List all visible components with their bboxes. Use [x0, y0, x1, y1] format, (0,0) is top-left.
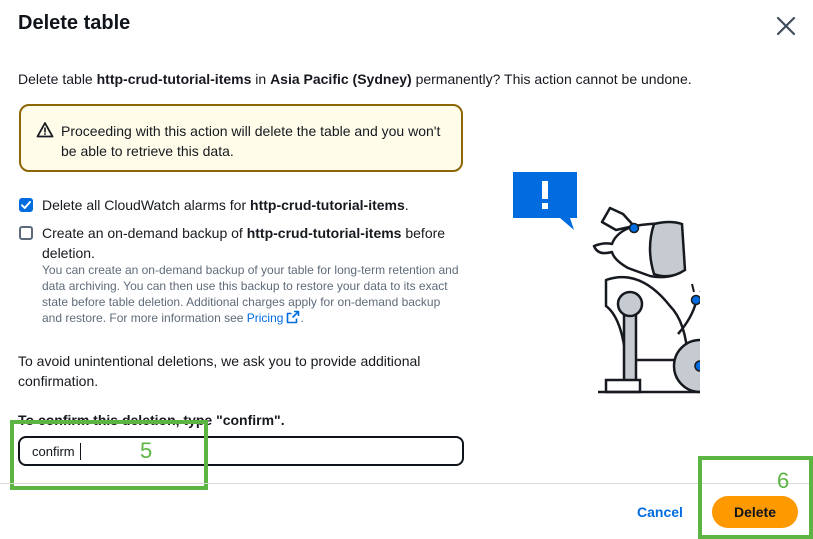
warning-alert: Proceeding with this action will delete … [19, 104, 463, 172]
delete-alarms-checkbox[interactable] [19, 198, 33, 212]
annotation-box-5 [10, 420, 208, 490]
delete-button[interactable]: Delete [712, 496, 798, 528]
region-name: Asia Pacific (Sydney) [270, 71, 412, 87]
annotation-number-5: 5 [140, 438, 153, 463]
annotation-number-6: 6 [777, 468, 790, 493]
footer-divider [0, 483, 813, 484]
warning-text: Proceeding with this action will delete … [61, 123, 441, 159]
external-link-icon[interactable] [286, 310, 300, 324]
table-name: http-crud-tutorial-items [96, 71, 252, 87]
delete-alarms-label[interactable]: Delete all CloudWatch alarms for http-cr… [42, 195, 409, 215]
confirmation-info: To avoid unintentional deletions, we ask… [18, 353, 421, 389]
robot-dog-illustration [513, 172, 700, 394]
close-icon[interactable] [774, 14, 798, 38]
checkmark-icon [21, 201, 31, 209]
create-backup-checkbox[interactable] [19, 226, 33, 240]
dialog-title: Delete table [18, 12, 131, 34]
warning-icon [36, 122, 54, 138]
delete-description: Delete table http-crud-tutorial-items in… [18, 71, 692, 87]
cancel-button[interactable]: Cancel [637, 504, 683, 520]
backup-hint: You can create an on-demand backup of yo… [42, 263, 459, 325]
pricing-link[interactable]: Pricing [247, 311, 284, 325]
create-backup-label[interactable]: Create an on-demand backup of http-crud-… [42, 223, 472, 263]
